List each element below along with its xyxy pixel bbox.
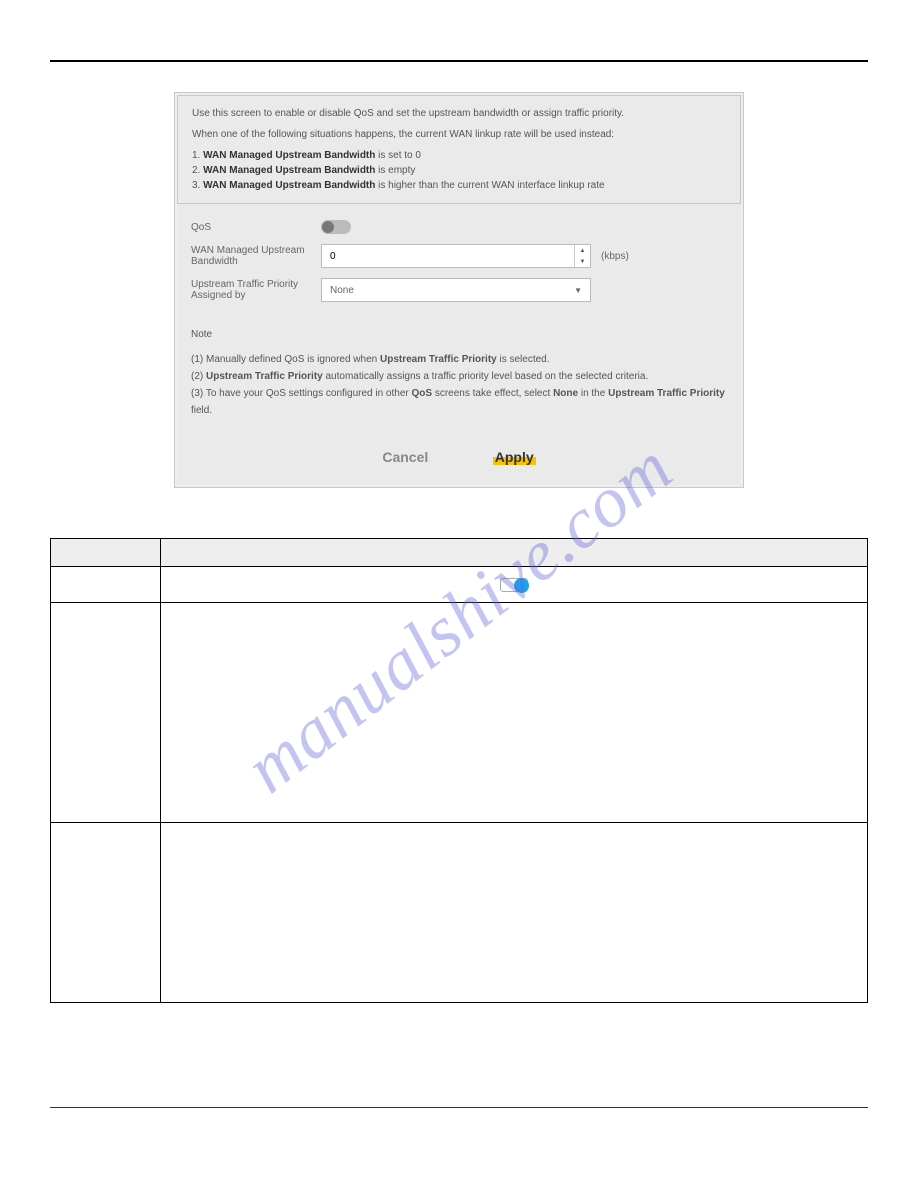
cond1-bold: WAN Managed Upstream Bandwidth: [203, 150, 375, 161]
cell-bw-content: [161, 603, 868, 823]
cancel-button[interactable]: Cancel: [382, 449, 428, 465]
header-col-1: [51, 539, 161, 567]
header-col-2: [161, 539, 868, 567]
n1-pre: (1) Manually defined QoS is ignored when: [191, 354, 380, 365]
info-cond-2: 2. WAN Managed Upstream Bandwidth is emp…: [192, 163, 726, 178]
info-cond-1: 1. WAN Managed Upstream Bandwidth is set…: [192, 148, 726, 163]
cond3-bold: WAN Managed Upstream Bandwidth: [203, 180, 375, 191]
n1-post: is selected.: [497, 354, 550, 365]
priority-select[interactable]: None ▼: [321, 278, 591, 302]
table-row-qos: [51, 567, 868, 603]
cell-pri-content: [161, 823, 868, 1003]
info-box: Use this screen to enable or disable QoS…: [177, 95, 741, 204]
cond1-prefix: 1.: [192, 150, 203, 161]
cond1-suffix: is set to 0: [375, 150, 421, 161]
n2-post: automatically assigns a traffic priority…: [323, 371, 649, 382]
cond3-prefix: 3.: [192, 180, 203, 191]
note-3: (3) To have your QoS settings configured…: [191, 385, 727, 419]
qos-row: QoS: [191, 220, 727, 234]
chevron-down-icon: ▼: [574, 286, 582, 295]
cond2-suffix: is empty: [375, 165, 415, 176]
qos-label: QoS: [191, 222, 321, 233]
table-header-row: [51, 539, 868, 567]
description-table: [50, 538, 868, 1003]
top-rule: [50, 60, 868, 62]
info-intro: Use this screen to enable or disable QoS…: [192, 106, 726, 121]
toggle-on-icon: [500, 578, 528, 592]
cell-qos-label: [51, 567, 161, 603]
bandwidth-input[interactable]: [322, 251, 574, 262]
n3-mid1: screens take effect, select: [432, 388, 553, 399]
bandwidth-label: WAN Managed Upstream Bandwidth: [191, 245, 321, 267]
info-cond-intro: When one of the following situations hap…: [192, 127, 726, 142]
spinner: ▲ ▼: [574, 245, 590, 267]
spinner-up-icon[interactable]: ▲: [575, 245, 590, 256]
n3-b1: QoS: [412, 388, 433, 399]
bandwidth-input-wrapper: ▲ ▼: [321, 244, 591, 268]
spinner-down-icon[interactable]: ▼: [575, 256, 590, 267]
info-cond-3: 3. WAN Managed Upstream Bandwidth is hig…: [192, 178, 726, 193]
table-row-priority: [51, 823, 868, 1003]
priority-value: None: [330, 285, 354, 296]
n3-pre: (3) To have your QoS settings configured…: [191, 388, 412, 399]
apply-button[interactable]: Apply: [493, 449, 536, 465]
notes-area: Note (1) Manually defined QoS is ignored…: [177, 318, 741, 433]
form-area: QoS WAN Managed Upstream Bandwidth ▲ ▼ (…: [177, 204, 741, 318]
note-1: (1) Manually defined QoS is ignored when…: [191, 351, 727, 368]
button-row: Cancel Apply: [177, 433, 741, 485]
bandwidth-unit: (kbps): [601, 251, 629, 262]
qos-toggle[interactable]: [321, 220, 351, 234]
cell-qos-content: [161, 567, 868, 603]
notes-heading: Note: [191, 326, 727, 343]
n3-b3: Upstream Traffic Priority: [608, 388, 725, 399]
n2-b: Upstream Traffic Priority: [206, 371, 323, 382]
n1-b: Upstream Traffic Priority: [380, 354, 497, 365]
n2-pre: (2): [191, 371, 206, 382]
cond2-prefix: 2.: [192, 165, 203, 176]
qos-settings-panel: Use this screen to enable or disable QoS…: [174, 92, 744, 488]
n3-b2: None: [553, 388, 578, 399]
priority-label: Upstream Traffic Priority Assigned by: [191, 279, 321, 301]
table-row-bandwidth: [51, 603, 868, 823]
cond3-suffix: is higher than the current WAN interface…: [375, 180, 604, 191]
cell-pri-label: [51, 823, 161, 1003]
cell-bw-label: [51, 603, 161, 823]
bandwidth-row: WAN Managed Upstream Bandwidth ▲ ▼ (kbps…: [191, 244, 727, 268]
cond2-bold: WAN Managed Upstream Bandwidth: [203, 165, 375, 176]
note-2: (2) Upstream Traffic Priority automatica…: [191, 368, 727, 385]
n3-mid2: in the: [578, 388, 608, 399]
n3-post: field.: [191, 405, 212, 416]
priority-row: Upstream Traffic Priority Assigned by No…: [191, 278, 727, 302]
bottom-rule: [50, 1107, 868, 1108]
